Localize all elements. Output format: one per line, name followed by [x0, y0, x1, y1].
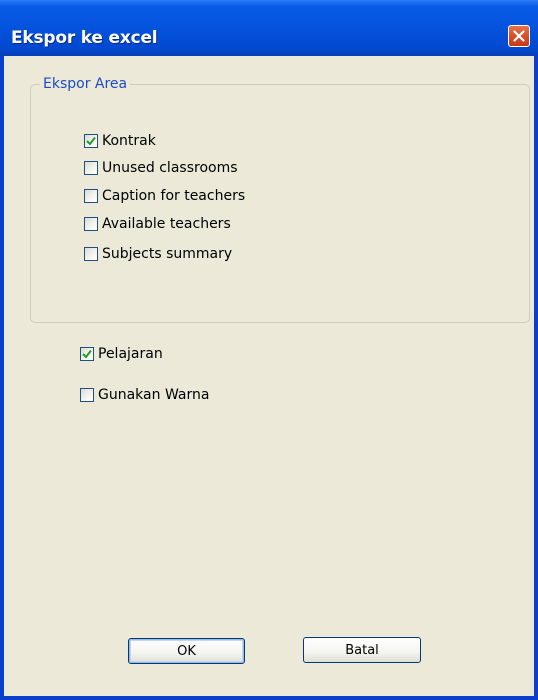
export-area-label: Ekspor Area	[40, 76, 131, 92]
checkbox-label: Gunakan Warna	[98, 387, 210, 403]
title-bar[interactable]: Ekspor ke excel	[0, 0, 538, 56]
close-button[interactable]	[508, 25, 530, 47]
checkbox-label: Unused classrooms	[102, 160, 238, 176]
checkbox-gunakan-warna[interactable]: Gunakan Warna	[80, 386, 209, 404]
checkbox-label: Subjects summary	[102, 246, 233, 262]
checkbox-caption-for-teachers[interactable]: Caption for teachers	[84, 187, 245, 205]
checkmark-icon	[82, 349, 92, 359]
checkbox-kontrak[interactable]: Kontrak	[84, 132, 156, 150]
checkbox-label: Kontrak	[102, 133, 156, 149]
checkbox-pelajaran[interactable]: Pelajaran	[80, 345, 163, 363]
checkbox-box[interactable]	[80, 347, 94, 361]
ok-button[interactable]: OK	[128, 638, 245, 664]
close-icon	[513, 30, 525, 42]
checkbox-box[interactable]	[84, 134, 98, 148]
checkbox-box[interactable]	[80, 388, 94, 402]
checkbox-label: Pelajaran	[98, 346, 163, 362]
checkbox-box[interactable]	[84, 189, 98, 203]
checkbox-subjects-summary[interactable]: Subjects summary	[84, 245, 232, 263]
cancel-button[interactable]: Batal	[303, 637, 421, 663]
checkbox-unused-classrooms[interactable]: Unused classrooms	[84, 159, 238, 177]
checkbox-box[interactable]	[84, 161, 98, 175]
dialog-title: Ekspor ke excel	[11, 28, 158, 48]
checkbox-available-teachers[interactable]: Available teachers	[84, 215, 231, 233]
checkbox-box[interactable]	[84, 247, 98, 261]
checkbox-box[interactable]	[84, 217, 98, 231]
checkbox-label: Available teachers	[102, 216, 231, 232]
export-dialog: Ekspor ke excel Ekspor Area Kontrak Unus…	[0, 0, 538, 700]
checkmark-icon	[86, 136, 96, 146]
checkbox-label: Caption for teachers	[102, 188, 246, 204]
